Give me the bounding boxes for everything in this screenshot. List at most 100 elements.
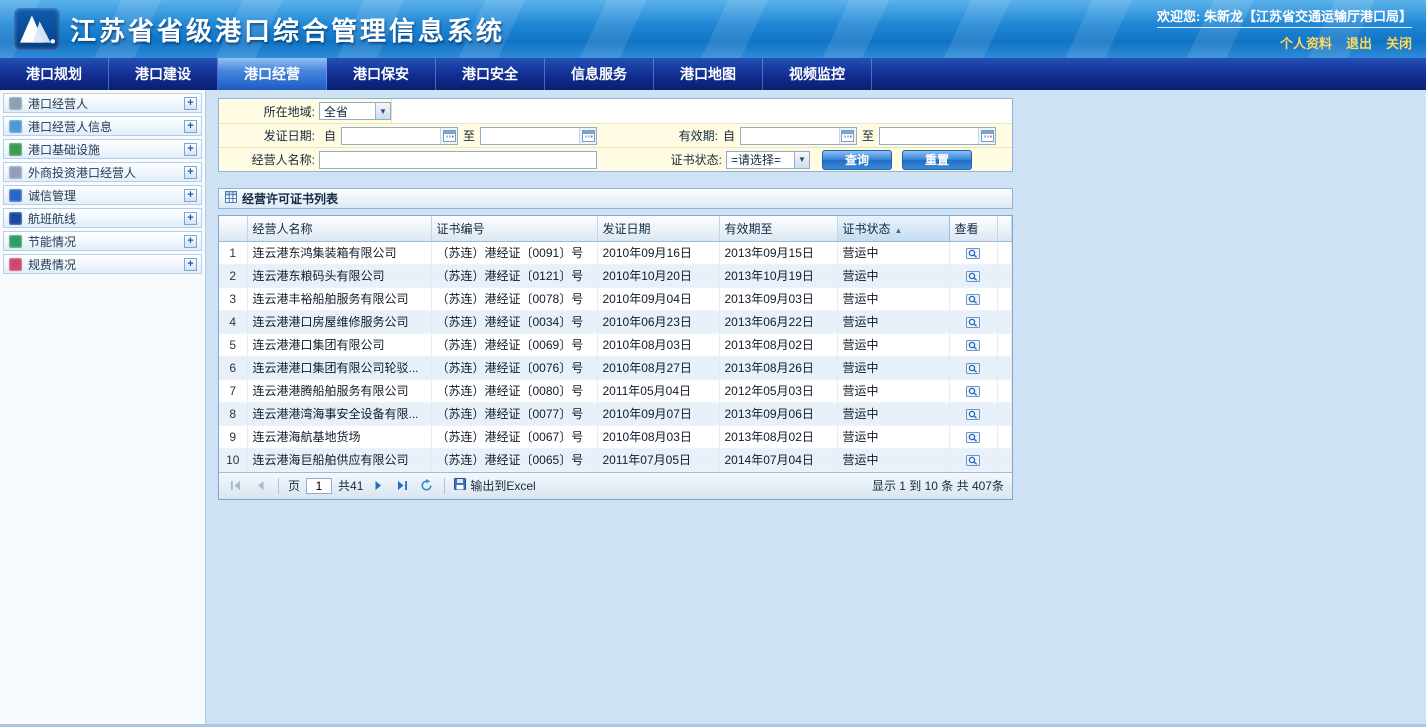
view-button[interactable]	[966, 454, 980, 467]
cell-valid-until: 2013年08月26日	[719, 356, 837, 379]
view-button[interactable]	[966, 316, 980, 329]
region-select[interactable]: 全省 ▼	[319, 102, 391, 120]
next-page-button[interactable]	[369, 477, 387, 495]
view-button[interactable]	[966, 247, 980, 260]
nav-tab[interactable]: 港口建设	[109, 58, 218, 90]
sidebar-item[interactable]: 港口经营人 +	[3, 93, 202, 113]
col-cert-status[interactable]: 证书状态▲	[837, 216, 949, 241]
reset-button[interactable]: 重置	[902, 150, 972, 170]
operator-name-label: 经营人名称:	[219, 151, 319, 168]
nav-tab[interactable]: 港口保安	[327, 58, 436, 90]
table-row[interactable]: 4 连云港港口房屋维修服务公司 （苏连）港经证〔0034〕号 2010年06月2…	[219, 310, 1012, 333]
expand-button[interactable]: +	[184, 97, 197, 110]
route-icon	[9, 212, 22, 225]
table-row[interactable]: 9 连云港海航基地货场 （苏连）港经证〔0067〕号 2010年08月03日 2…	[219, 425, 1012, 448]
view-button[interactable]	[966, 362, 980, 375]
sidebar-item[interactable]: 外商投资港口经营人 +	[3, 162, 202, 182]
sidebar-item[interactable]: 航班航线 +	[3, 208, 202, 228]
sidebar-item[interactable]: 港口基础设施 +	[3, 139, 202, 159]
sidebar-item[interactable]: 节能情况 +	[3, 231, 202, 251]
calendar-icon[interactable]	[579, 128, 596, 144]
nav-tab-label: 信息服务	[571, 64, 627, 84]
issue-date-from-input[interactable]	[342, 128, 440, 144]
app-logo-icon	[14, 8, 60, 50]
last-page-button[interactable]	[393, 477, 411, 495]
region-label: 所在地域:	[219, 103, 319, 120]
table-row[interactable]: 10 连云港海巨船舶供应有限公司 （苏连）港经证〔0065〕号 2011年07月…	[219, 448, 1012, 471]
calendar-icon[interactable]	[978, 128, 995, 144]
sidebar-item-label: 港口基础设施	[28, 141, 184, 158]
profile-link[interactable]: 个人资料	[1280, 33, 1332, 52]
nav-tab[interactable]: 港口安全	[436, 58, 545, 90]
prev-page-button[interactable]	[251, 477, 269, 495]
expand-button[interactable]: +	[184, 166, 197, 179]
pager-separator	[444, 478, 445, 494]
cell-filler	[997, 287, 1012, 310]
nav-tab[interactable]: 港口地图	[654, 58, 763, 90]
table-row[interactable]: 3 连云港丰裕船舶服务有限公司 （苏连）港经证〔0078〕号 2010年09月0…	[219, 287, 1012, 310]
cell-operator-name: 连云港海航基地货场	[247, 425, 431, 448]
validity-from-input[interactable]	[741, 128, 839, 144]
expand-button[interactable]: +	[184, 235, 197, 248]
col-valid-until[interactable]: 有效期至	[719, 216, 837, 241]
cert-status-select[interactable]: =请选择= ▼	[726, 151, 810, 169]
nav-tab[interactable]: 港口规划	[0, 58, 109, 90]
row-number: 5	[219, 333, 247, 356]
table-row[interactable]: 8 连云港港湾海事安全设备有限... （苏连）港经证〔0077〕号 2010年0…	[219, 402, 1012, 425]
cell-valid-until: 2013年09月03日	[719, 287, 837, 310]
issue-date-to-input[interactable]	[481, 128, 579, 144]
calendar-icon[interactable]	[440, 128, 457, 144]
cell-valid-until: 2013年09月15日	[719, 241, 837, 264]
logout-link[interactable]: 退出	[1346, 33, 1372, 52]
issue-date-to-field	[480, 127, 597, 145]
expand-button[interactable]: +	[184, 143, 197, 156]
row-number: 10	[219, 448, 247, 471]
sidebar-item[interactable]: 规费情况 +	[3, 254, 202, 274]
table-row[interactable]: 2 连云港东粮码头有限公司 （苏连）港经证〔0121〕号 2010年10月20日…	[219, 264, 1012, 287]
close-link[interactable]: 关闭	[1386, 33, 1412, 52]
expand-button[interactable]: +	[184, 189, 197, 202]
sidebar-item[interactable]: 诚信管理 +	[3, 185, 202, 205]
calendar-icon[interactable]	[839, 128, 856, 144]
cert-table-body: 1 连云港东鸿集装箱有限公司 （苏连）港经证〔0091〕号 2010年09月16…	[219, 241, 1012, 471]
table-row[interactable]: 5 连云港港口集团有限公司 （苏连）港经证〔0069〕号 2010年08月03日…	[219, 333, 1012, 356]
filter-row-dates: 发证日期: 自 至	[219, 123, 1012, 147]
export-excel-button[interactable]: 输出到Excel	[454, 477, 535, 494]
view-button[interactable]	[966, 408, 980, 421]
cell-filler	[997, 379, 1012, 402]
cell-view	[949, 310, 997, 333]
nav-tab[interactable]: 信息服务	[545, 58, 654, 90]
operator-name-input[interactable]	[319, 151, 597, 169]
cell-view	[949, 425, 997, 448]
expand-button[interactable]: +	[184, 258, 197, 271]
filter-row-region: 所在地域: 全省 ▼	[219, 99, 1012, 123]
app-header: 江苏省省级港口综合管理信息系统 欢迎您: 朱新龙【江苏省交通运输厅港口局】 个人…	[0, 0, 1426, 58]
view-button[interactable]	[966, 431, 980, 444]
col-cert-no[interactable]: 证书编号	[431, 216, 597, 241]
col-issue-date[interactable]: 发证日期	[597, 216, 719, 241]
view-button[interactable]	[966, 385, 980, 398]
table-row[interactable]: 1 连云港东鸿集装箱有限公司 （苏连）港经证〔0091〕号 2010年09月16…	[219, 241, 1012, 264]
first-page-button[interactable]	[227, 477, 245, 495]
expand-button[interactable]: +	[184, 212, 197, 225]
sidebar-item[interactable]: 港口经营人信息 +	[3, 116, 202, 136]
nav-tab[interactable]: 港口经营	[218, 58, 327, 90]
col-operator-name[interactable]: 经营人名称	[247, 216, 431, 241]
page-number-input[interactable]	[306, 478, 332, 494]
search-button[interactable]: 查询	[822, 150, 892, 170]
validity-to-input[interactable]	[880, 128, 978, 144]
expand-button[interactable]: +	[184, 120, 197, 133]
view-button[interactable]	[966, 339, 980, 352]
nav-tab-label: 港口规划	[26, 64, 82, 84]
pager-separator	[278, 478, 279, 494]
row-number: 4	[219, 310, 247, 333]
issue-date-from-field	[341, 127, 458, 145]
cell-cert-no: （苏连）港经证〔0121〕号	[431, 264, 597, 287]
table-row[interactable]: 7 连云港港腾船舶服务有限公司 （苏连）港经证〔0080〕号 2011年05月0…	[219, 379, 1012, 402]
nav-tab[interactable]: 视频监控	[763, 58, 872, 90]
view-button[interactable]	[966, 270, 980, 283]
view-button[interactable]	[966, 293, 980, 306]
brand: 江苏省省级港口综合管理信息系统	[14, 8, 505, 50]
refresh-button[interactable]	[417, 477, 435, 495]
table-row[interactable]: 6 连云港港口集团有限公司轮驳... （苏连）港经证〔0076〕号 2010年0…	[219, 356, 1012, 379]
